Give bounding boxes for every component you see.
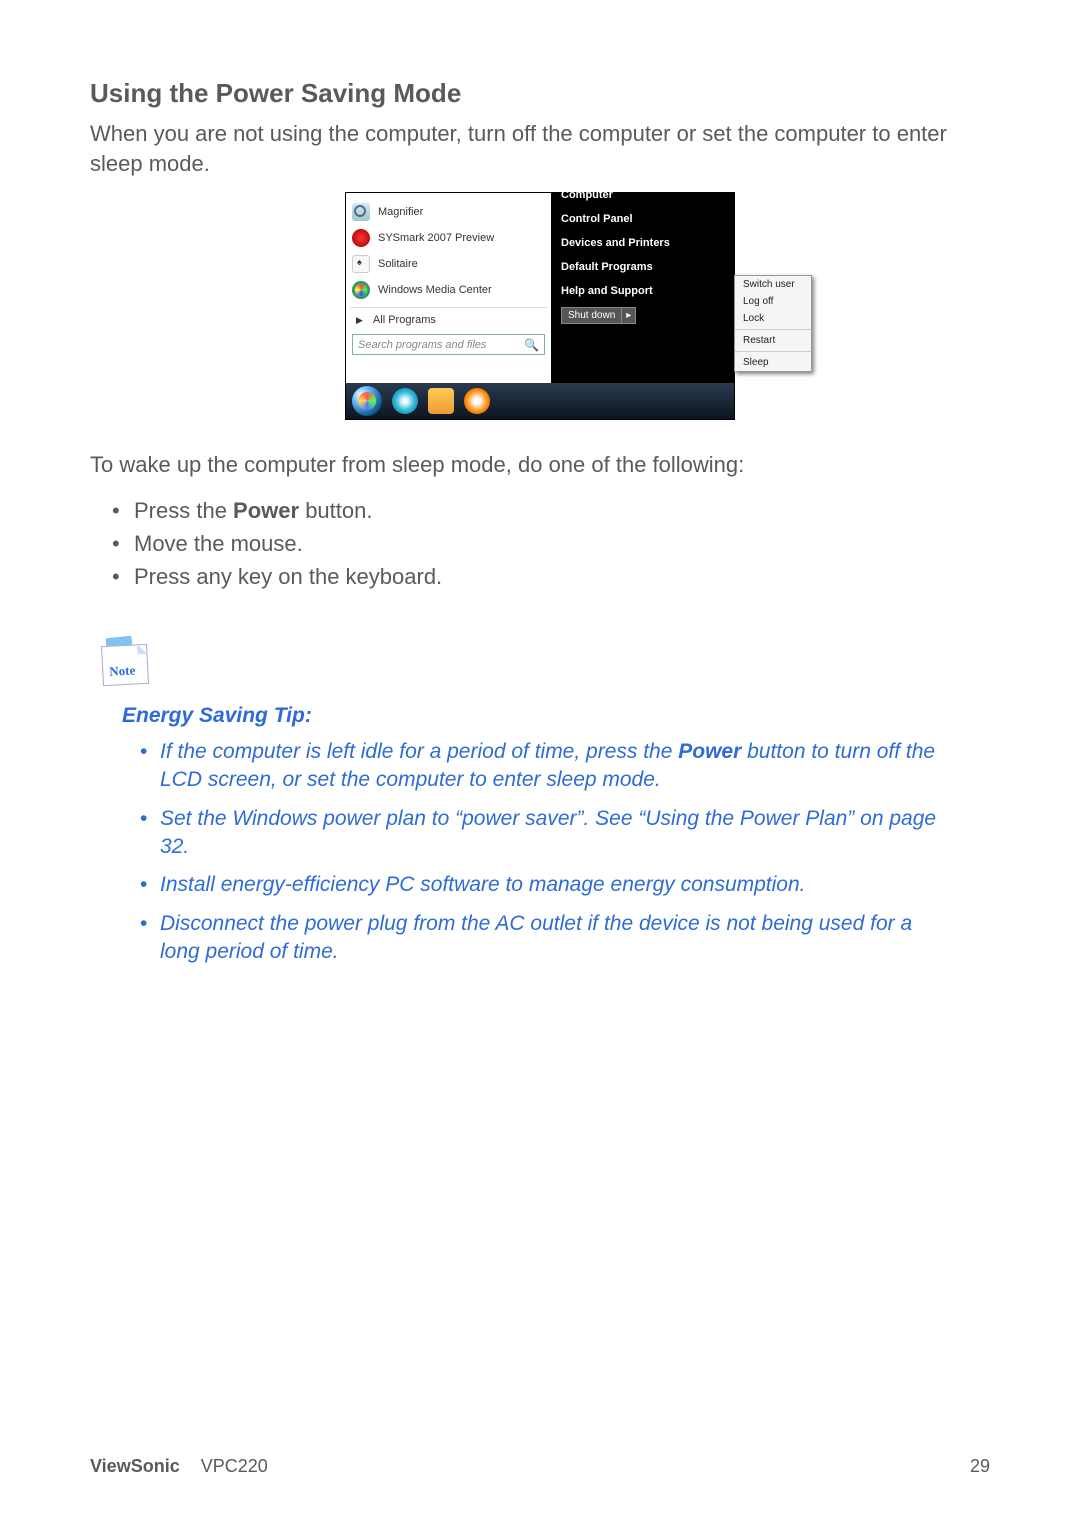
program-label: SYSmark 2007 Preview xyxy=(378,232,494,244)
shutdown-arrow-icon[interactable]: ▸ xyxy=(622,307,636,324)
footer-brand: ViewSonic xyxy=(90,1456,180,1476)
page-number: 29 xyxy=(970,1456,990,1477)
link-help-support[interactable]: Help and Support xyxy=(551,279,734,303)
menu-separator xyxy=(735,351,811,352)
section-title: Using the Power Saving Mode xyxy=(90,78,990,109)
program-label: Windows Media Center xyxy=(378,284,492,296)
menu-item-sleep[interactable]: Sleep xyxy=(735,354,811,371)
link-computer[interactable]: Computer xyxy=(551,189,734,207)
wmc-icon xyxy=(352,281,370,299)
list-item: Install energy-efficiency PC software to… xyxy=(140,871,950,899)
list-item: Set the Windows power plan to “power sav… xyxy=(140,805,950,862)
screenshot-container: Magnifier SYSmark 2007 Preview Solitaire… xyxy=(90,192,990,420)
program-label: Magnifier xyxy=(378,206,423,218)
list-item: Press any key on the keyboard. xyxy=(112,560,990,593)
list-item: If the computer is left idle for a perio… xyxy=(140,738,950,795)
start-button-icon[interactable] xyxy=(352,386,382,416)
page-footer: ViewSonic VPC220 29 xyxy=(90,1456,990,1477)
explorer-icon[interactable] xyxy=(428,388,454,414)
start-menu-left-pane: Magnifier SYSmark 2007 Preview Solitaire… xyxy=(346,193,551,383)
ie-icon[interactable] xyxy=(392,388,418,414)
menu-item-lock[interactable]: Lock xyxy=(735,310,811,327)
solitaire-icon xyxy=(352,255,370,273)
program-item-magnifier[interactable]: Magnifier xyxy=(350,199,547,225)
search-input[interactable]: Search programs and files 🔍 xyxy=(352,334,545,355)
all-programs-button[interactable]: ▶ All Programs xyxy=(350,307,547,330)
footer-model: VPC220 xyxy=(201,1456,268,1476)
search-placeholder: Search programs and files xyxy=(358,339,486,351)
menu-separator xyxy=(735,329,811,330)
list-item: Move the mouse. xyxy=(112,527,990,560)
media-player-icon[interactable] xyxy=(464,388,490,414)
magnifier-icon xyxy=(352,203,370,221)
power-options-menu: Switch user Log off Lock Restart Sleep xyxy=(734,275,812,372)
program-label: Solitaire xyxy=(378,258,418,270)
link-control-panel[interactable]: Control Panel xyxy=(551,207,734,231)
list-item: Press the Power button. xyxy=(112,494,990,527)
note-label: Note xyxy=(109,663,136,680)
wake-intro: To wake up the computer from sleep mode,… xyxy=(90,450,990,480)
energy-tip-list: If the computer is left idle for a perio… xyxy=(140,738,950,966)
link-default-programs[interactable]: Default Programs xyxy=(551,255,734,279)
intro-paragraph: When you are not using the computer, tur… xyxy=(90,119,990,178)
list-item: Disconnect the power plug from the AC ou… xyxy=(140,910,950,967)
shutdown-button[interactable]: Shut down ▸ xyxy=(561,307,636,324)
menu-item-switch-user[interactable]: Switch user xyxy=(735,276,811,293)
wake-instructions-list: Press the Power button. Move the mouse. … xyxy=(112,494,990,593)
program-item-sysmark[interactable]: SYSmark 2007 Preview xyxy=(350,225,547,251)
chevron-right-icon: ▶ xyxy=(356,315,363,326)
menu-item-log-off[interactable]: Log off xyxy=(735,293,811,310)
program-item-solitaire[interactable]: Solitaire xyxy=(350,251,547,277)
note-icon: Note xyxy=(100,643,150,689)
menu-item-restart[interactable]: Restart xyxy=(735,332,811,349)
tip-heading: Energy Saving Tip: xyxy=(122,704,990,728)
all-programs-label: All Programs xyxy=(373,314,436,326)
start-menu-right-pane: Computer Control Panel Devices and Print… xyxy=(551,193,734,383)
taskbar xyxy=(346,383,734,419)
search-icon: 🔍 xyxy=(524,338,539,352)
shutdown-label: Shut down xyxy=(561,307,622,324)
program-item-wmc[interactable]: Windows Media Center xyxy=(350,277,547,303)
link-devices-printers[interactable]: Devices and Printers xyxy=(551,231,734,255)
sysmark-icon xyxy=(352,229,370,247)
start-menu-screenshot: Magnifier SYSmark 2007 Preview Solitaire… xyxy=(345,192,735,420)
